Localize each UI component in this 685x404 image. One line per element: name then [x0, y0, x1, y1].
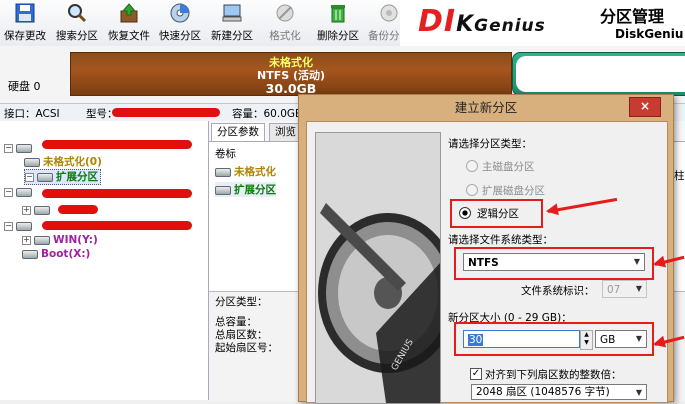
quick-partition-label: 快速分区	[159, 30, 201, 42]
tree-item-partition[interactable]: +	[22, 203, 53, 217]
disk-tree: − 未格式化(0) − 扩展分区 − + − + WIN(Y:) Boot(X:)	[0, 121, 209, 400]
fs-id-label: 文件系统标识：	[521, 285, 595, 297]
redaction-mark	[112, 108, 220, 117]
dialog-title: 建立新分区	[454, 100, 518, 115]
format-label: 格式化	[269, 30, 301, 42]
disk-icon	[16, 221, 32, 231]
tree-item-extended[interactable]: − 扩展分区	[24, 169, 101, 185]
delete-icon	[331, 5, 345, 23]
chevron-down-icon: ▼	[635, 334, 643, 343]
new-partition-icon	[222, 4, 242, 22]
radio-logical[interactable]	[459, 207, 471, 219]
brand-subtitle: DiskGeniu	[615, 27, 684, 41]
partition-status: 未格式化	[269, 56, 313, 69]
search-partition-label: 搜索分区	[56, 30, 98, 42]
fs-label: 请选择文件系统类型：	[448, 234, 553, 246]
table-row[interactable]: 扩展分区	[215, 182, 276, 197]
tree-item-boot[interactable]: Boot(X:)	[22, 247, 90, 261]
search-icon	[68, 4, 87, 23]
delete-partition-button[interactable]: 删除分区	[313, 0, 363, 44]
size-input[interactable]: 30	[463, 330, 580, 348]
radio-extended-label: 扩展磁盘分区	[482, 185, 545, 197]
collapse-icon[interactable]: −	[4, 143, 13, 153]
redaction-mark	[42, 189, 192, 198]
radio-logical-label: 逻辑分区	[477, 208, 519, 220]
chevron-down-icon: ▼	[635, 388, 643, 397]
restore-files-button[interactable]: 恢复文件	[104, 0, 154, 44]
diskgenius-logo: DIKGenius	[418, 4, 546, 39]
collapse-icon[interactable]: −	[25, 172, 34, 182]
fs-id-select[interactable]: 07 ▼	[602, 280, 647, 298]
partition-type-label: 请选择分区类型：	[448, 138, 532, 150]
fs-select[interactable]: NTFS ▼	[463, 253, 645, 271]
tree-item-unformatted[interactable]: 未格式化(0)	[24, 155, 102, 169]
disk-label: 硬盘 0	[8, 80, 41, 93]
chevron-down-icon: ▼	[635, 284, 643, 293]
start-sector-label: 起始扇区号：	[215, 342, 278, 354]
quick-partition-icon	[170, 3, 190, 23]
quick-partition-button[interactable]: 快速分区	[155, 0, 205, 44]
tree-disk-node[interactable]: −	[4, 141, 35, 155]
brand-title: 分区管理	[600, 7, 665, 26]
hard-drive-illustration: GENIUS	[315, 132, 441, 404]
align-label: 对齐到下列扇区数的整数倍：	[485, 369, 622, 381]
expand-icon[interactable]: +	[22, 205, 31, 215]
table-header-label: 卷标	[215, 148, 236, 160]
partition-icon	[215, 167, 231, 177]
format-button[interactable]: 格式化	[260, 0, 310, 44]
disk-icon	[16, 143, 32, 153]
new-partition-button[interactable]: 新建分区	[207, 0, 257, 44]
align-select[interactable]: 2048 扇区 (1048576 字节) ▼	[471, 384, 647, 400]
format-icon	[276, 4, 294, 22]
search-partition-button[interactable]: 搜索分区	[52, 0, 102, 44]
partition-type-label: 分区类型：	[215, 296, 268, 308]
redaction-mark	[58, 205, 98, 214]
partition-block[interactable]: 未格式化 NTFS (活动) 30.0GB	[70, 52, 512, 96]
tree-disk-node-2[interactable]: −	[4, 185, 35, 199]
redaction-mark	[42, 140, 192, 149]
partition-icon	[34, 235, 50, 245]
collapse-icon[interactable]: −	[4, 221, 13, 231]
dialog-body: GENIUS 请选择分区类型： 主磁盘分区 扩展磁盘分区 逻辑分区 请选择文件系…	[306, 121, 668, 404]
save-icon	[15, 3, 35, 23]
save-changes-button[interactable]: 保存更改	[0, 0, 50, 44]
partition-icon	[24, 157, 40, 167]
delete-partition-label: 删除分区	[317, 30, 359, 42]
collapse-icon[interactable]: −	[4, 187, 13, 197]
backup-icon	[380, 4, 398, 22]
redaction-mark	[42, 221, 192, 230]
tree-item-win[interactable]: + WIN(Y:)	[22, 233, 98, 247]
size-stepper[interactable]: ▲ ▼	[580, 330, 593, 350]
partition-icon	[22, 249, 38, 259]
extended-partition-block[interactable]	[512, 52, 685, 96]
expand-icon[interactable]: +	[22, 235, 31, 245]
capacity-info: 容量：60.0GB	[232, 108, 303, 120]
partition-icon	[37, 172, 53, 182]
partition-icon	[215, 185, 231, 195]
size-unit-select[interactable]: GB ▼	[595, 330, 647, 348]
restore-files-label: 恢复文件	[108, 30, 150, 42]
new-partition-label: 新建分区	[211, 30, 253, 42]
disk-icon	[16, 187, 32, 197]
save-changes-label: 保存更改	[4, 30, 46, 42]
align-checkbox[interactable]: ✓	[470, 368, 482, 380]
restore-file-icon	[120, 3, 138, 23]
tree-disk-node-3[interactable]: −	[4, 219, 35, 233]
radio-primary-label: 主磁盘分区	[482, 161, 535, 173]
new-partition-dialog: 建立新分区 × GENIUS 请选择分区类型： 主磁盘分区 扩展磁盘分区 逻辑分…	[298, 94, 674, 404]
brand-banner: DIKGenius 分区管理 DiskGeniu	[400, 0, 685, 46]
radio-extended[interactable]	[466, 184, 478, 196]
radio-primary[interactable]	[466, 160, 478, 172]
table-row[interactable]: 未格式化	[215, 164, 276, 179]
tab-partition-params[interactable]: 分区参数	[211, 123, 265, 141]
chevron-down-icon: ▼	[633, 257, 641, 266]
partition-icon	[34, 205, 50, 215]
interface-info: 接口：ACSI	[4, 108, 60, 120]
close-button[interactable]: ×	[629, 97, 661, 117]
